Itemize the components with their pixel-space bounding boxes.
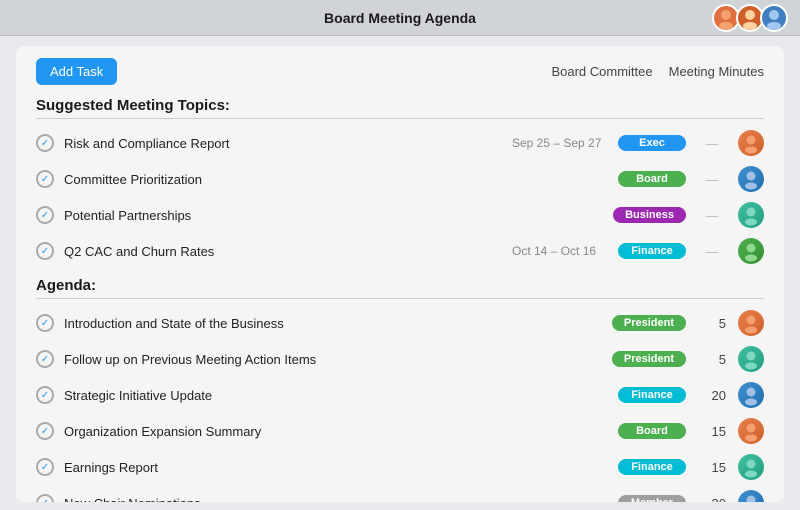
add-task-button[interactable]: Add Task — [36, 58, 117, 85]
task-name: Strategic Initiative Update — [64, 388, 618, 403]
task-date: Sep 25 – Sep 27 — [512, 136, 602, 150]
top-bar: Board Meeting Agenda — [0, 0, 800, 36]
task-tag[interactable]: Board — [618, 423, 686, 439]
task-row: ✓ Organization Expansion Summary Board 1… — [36, 413, 764, 449]
main-content: Add Task Board Committee Meeting Minutes… — [16, 46, 784, 502]
task-minutes: 5 — [702, 352, 726, 367]
task-avatar[interactable] — [738, 490, 764, 502]
task-checkbox[interactable]: ✓ — [36, 350, 54, 368]
task-minutes: 20 — [702, 388, 726, 403]
task-checkbox[interactable]: ✓ — [36, 314, 54, 332]
task-checkbox[interactable]: ✓ — [36, 458, 54, 476]
task-dash: — — [702, 208, 722, 223]
section-agenda-title: Agenda: — [36, 277, 764, 294]
page-title: Board Meeting Agenda — [324, 10, 476, 26]
task-row: ✓ Potential Partnerships Business — — [36, 197, 764, 233]
task-row: ✓ Strategic Initiative Update Finance 20 — [36, 377, 764, 413]
task-row: ✓ Earnings Report Finance 15 — [36, 449, 764, 485]
avatar-3[interactable] — [760, 4, 788, 32]
task-name: Potential Partnerships — [64, 208, 507, 223]
board-committee-link[interactable]: Board Committee — [551, 64, 652, 79]
section-agenda: Agenda: ✓ Introduction and State of the … — [36, 277, 764, 502]
task-name: Committee Prioritization — [64, 172, 512, 187]
task-dash: — — [702, 172, 722, 187]
task-name: Follow up on Previous Meeting Action Ite… — [64, 352, 612, 367]
task-checkbox[interactable]: ✓ — [36, 494, 54, 502]
task-name: Q2 CAC and Churn Rates — [64, 244, 512, 259]
task-checkbox[interactable]: ✓ — [36, 170, 54, 188]
task-avatar[interactable] — [738, 454, 764, 480]
task-tag[interactable]: Board — [618, 171, 686, 187]
section-suggested: Suggested Meeting Topics: ✓ Risk and Com… — [36, 97, 764, 269]
task-avatar[interactable] — [738, 346, 764, 372]
toolbar-links: Board Committee Meeting Minutes — [551, 64, 764, 79]
task-row: ✓ Q2 CAC and Churn Rates Oct 14 – Oct 16… — [36, 233, 764, 269]
task-row: ✓ Follow up on Previous Meeting Action I… — [36, 341, 764, 377]
section-suggested-title: Suggested Meeting Topics: — [36, 97, 764, 114]
task-minutes: 15 — [702, 424, 726, 439]
task-tag[interactable]: President — [612, 315, 686, 331]
task-checkbox[interactable]: ✓ — [36, 386, 54, 404]
task-dash: — — [702, 136, 722, 151]
task-minutes: 5 — [702, 316, 726, 331]
task-name: New Chair Nominations — [64, 496, 618, 503]
task-tag[interactable]: Finance — [618, 459, 686, 475]
task-name: Earnings Report — [64, 460, 618, 475]
task-minutes: 15 — [702, 460, 726, 475]
task-row: ✓ Risk and Compliance Report Sep 25 – Se… — [36, 125, 764, 161]
task-row: ✓ Introduction and State of the Business… — [36, 305, 764, 341]
task-name: Introduction and State of the Business — [64, 316, 612, 331]
task-tag[interactable]: Member — [618, 495, 686, 502]
task-avatar[interactable] — [738, 382, 764, 408]
toolbar: Add Task Board Committee Meeting Minutes — [36, 58, 764, 85]
avatar-group — [712, 4, 788, 32]
task-avatar[interactable] — [738, 130, 764, 156]
task-name: Risk and Compliance Report — [64, 136, 512, 151]
task-avatar[interactable] — [738, 310, 764, 336]
task-avatar[interactable] — [738, 166, 764, 192]
task-checkbox[interactable]: ✓ — [36, 206, 54, 224]
task-avatar[interactable] — [738, 238, 764, 264]
task-minutes: 30 — [702, 496, 726, 503]
task-tag[interactable]: Exec — [618, 135, 686, 151]
task-checkbox[interactable]: ✓ — [36, 422, 54, 440]
task-row: ✓ Committee Prioritization Board — — [36, 161, 764, 197]
task-tag[interactable]: Finance — [618, 243, 686, 259]
task-avatar[interactable] — [738, 418, 764, 444]
task-date: Oct 14 – Oct 16 — [512, 244, 602, 258]
task-avatar[interactable] — [738, 202, 764, 228]
meeting-minutes-link[interactable]: Meeting Minutes — [669, 64, 764, 79]
task-checkbox[interactable]: ✓ — [36, 134, 54, 152]
task-checkbox[interactable]: ✓ — [36, 242, 54, 260]
task-row: ✓ New Chair Nominations Member 30 — [36, 485, 764, 502]
task-dash: — — [702, 244, 722, 259]
task-name: Organization Expansion Summary — [64, 424, 618, 439]
task-tag[interactable]: President — [612, 351, 686, 367]
task-tag[interactable]: Business — [613, 207, 686, 223]
task-tag[interactable]: Finance — [618, 387, 686, 403]
